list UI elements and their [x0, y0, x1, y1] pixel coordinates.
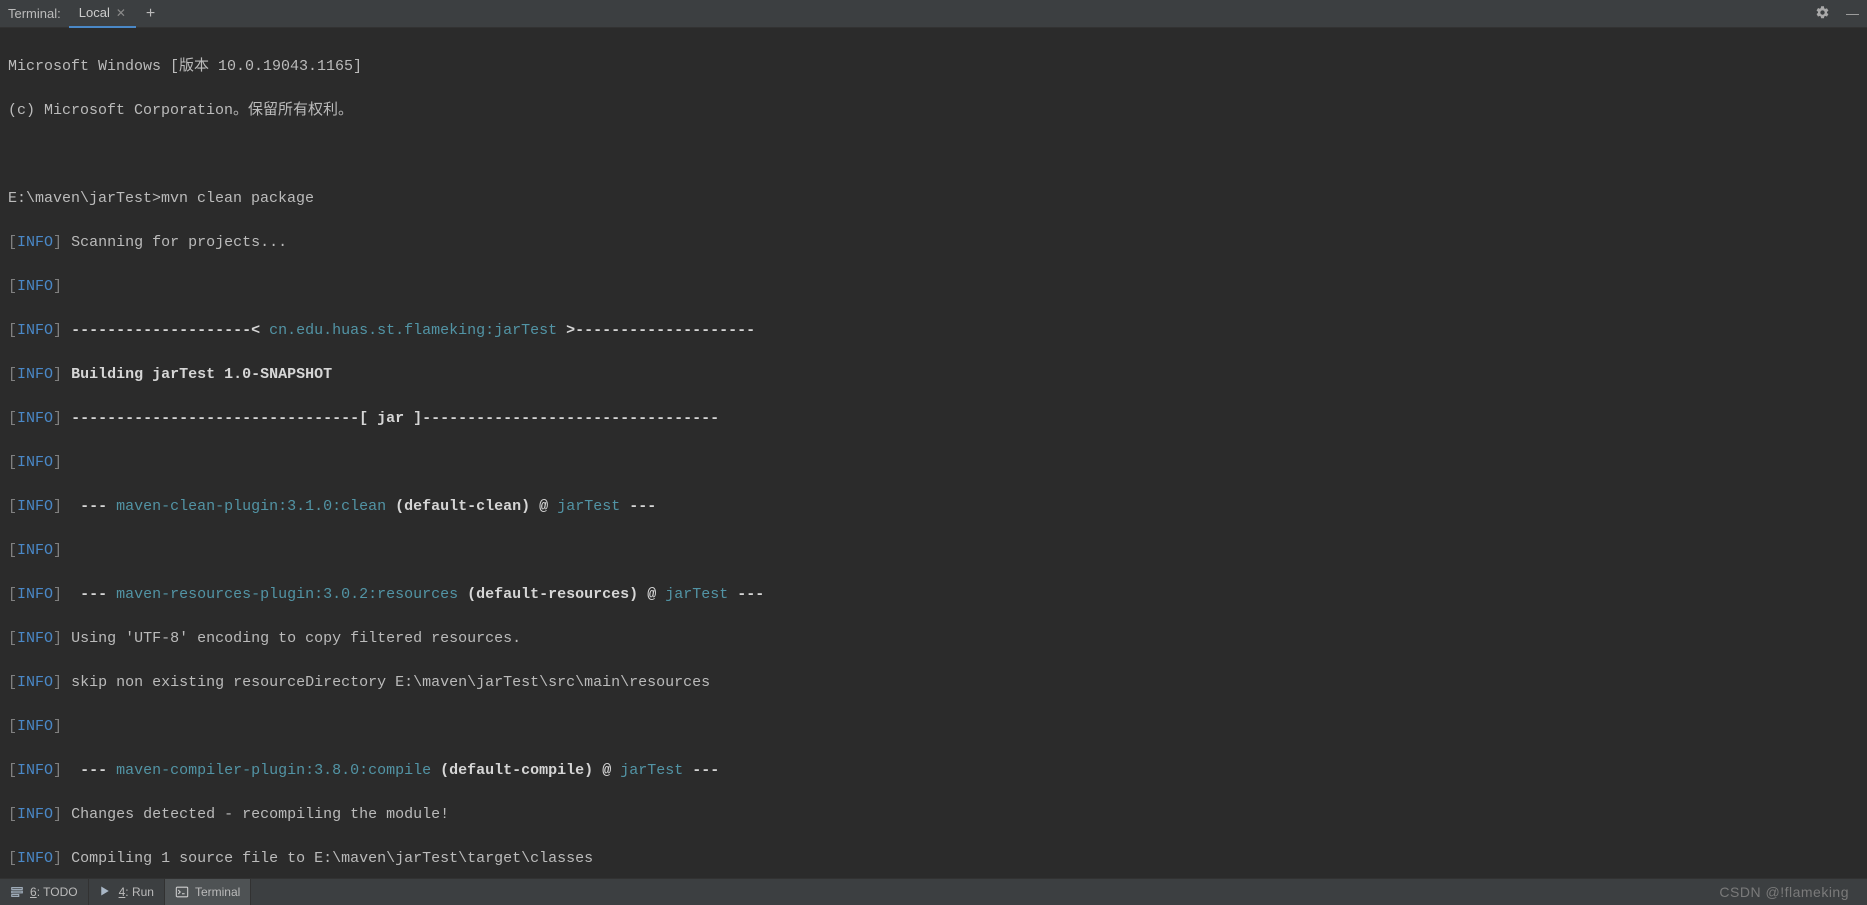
terminal-output[interactable]: Microsoft Windows [版本 10.0.19043.1165] (…	[0, 28, 1867, 878]
play-icon	[99, 885, 113, 899]
terminal-bottom-label: Terminal	[195, 885, 240, 899]
tool-window-terminal[interactable]: Terminal	[165, 879, 251, 905]
tool-window-run[interactable]: 4: Run	[89, 879, 165, 905]
add-tab-button[interactable]: +	[136, 5, 165, 23]
terminal-line: Microsoft Windows [版本 10.0.19043.1165]	[8, 56, 1859, 78]
terminal-line: (c) Microsoft Corporation。保留所有权利。	[8, 100, 1859, 122]
settings-icon[interactable]	[1807, 5, 1838, 23]
tool-window-todo[interactable]: 6: TODO	[0, 879, 89, 905]
terminal-prompt: E:\maven\jarTest>mvn clean package	[8, 188, 1859, 210]
terminal-tab-local[interactable]: Local ✕	[69, 0, 136, 28]
tool-window-bar: 6: TODO 4: Run Terminal CSDN @!flameking	[0, 878, 1867, 905]
todo-label: 6: TODO	[30, 885, 78, 899]
todo-icon	[10, 885, 24, 899]
close-tab-icon[interactable]: ✕	[116, 6, 126, 20]
run-label: 4: Run	[119, 885, 154, 899]
terminal-tab-bar: Terminal: Local ✕ + —	[0, 0, 1867, 28]
terminal-icon	[175, 885, 189, 899]
minimize-icon[interactable]: —	[1838, 6, 1867, 21]
terminal-label: Terminal:	[8, 6, 69, 21]
tab-label: Local	[79, 5, 110, 20]
watermark-text: CSDN @!flameking	[1719, 884, 1867, 900]
